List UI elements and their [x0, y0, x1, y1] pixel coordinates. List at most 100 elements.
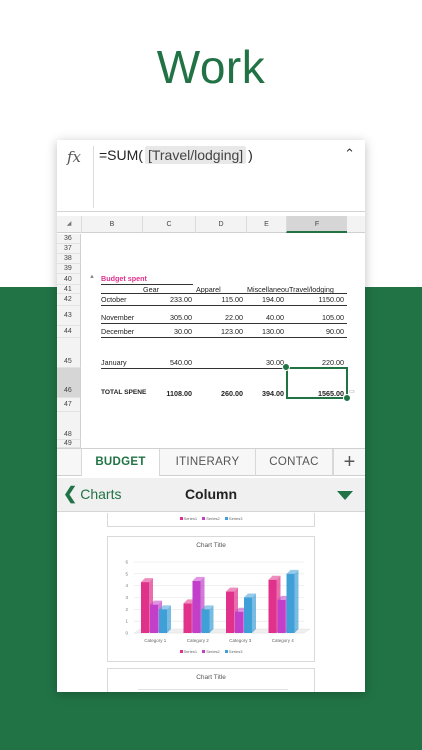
hero-title: Work	[156, 41, 266, 93]
bar	[192, 580, 201, 633]
row-header[interactable]: 40	[57, 274, 81, 285]
row-header[interactable]: 45	[57, 338, 81, 368]
column-header-c[interactable]: C	[142, 216, 195, 233]
selected-cell-f46[interactable]	[286, 367, 348, 399]
row-header[interactable]: 41	[57, 285, 81, 294]
row-header[interactable]: 42	[57, 294, 81, 306]
cell-value[interactable]: 540.00	[142, 358, 192, 367]
legend-item: Series1	[179, 516, 198, 521]
legend-item: Series3	[224, 649, 242, 654]
triangle-down-icon[interactable]	[337, 491, 353, 500]
x-tick-label: Category 4	[272, 638, 295, 643]
y-tick-label: 2	[125, 607, 128, 612]
underline	[101, 337, 347, 338]
selection-handle-top[interactable]	[282, 363, 290, 371]
panel-title: Column	[184, 486, 238, 502]
legend-swatch	[202, 650, 206, 654]
chart-thumbnail-next[interactable]: Chart Title	[107, 668, 315, 692]
x-tick-label: Category 2	[187, 638, 210, 643]
column-header-b[interactable]: B	[81, 216, 142, 233]
bar-side	[167, 605, 171, 633]
select-all-icon[interactable]: ◢	[57, 216, 81, 233]
column-header-f[interactable]: F	[286, 216, 347, 233]
cell-value[interactable]: 30.00	[142, 327, 192, 336]
tab-contacts[interactable]: CONTAC	[256, 449, 333, 476]
legend-swatch	[179, 650, 183, 654]
autofill-options-icon[interactable]: ▭	[349, 388, 355, 395]
legend-item: Series2	[202, 516, 220, 521]
underline	[101, 305, 347, 306]
bar	[244, 597, 252, 633]
cell-value[interactable]: 130.00	[246, 327, 284, 336]
row-header[interactable]: 39	[57, 264, 81, 274]
row-label-october[interactable]: October	[101, 295, 127, 304]
cell-value[interactable]: 194.00	[246, 295, 284, 304]
cell-value[interactable]: 22.00	[195, 313, 243, 322]
row-header[interactable]: 47	[57, 398, 81, 412]
column-chart: 0 1 2 3 4 5 6 Category 1 Category 2 Category 3 Cat…	[125, 560, 311, 643]
tab-spacer	[57, 449, 82, 476]
legend-item: Series1	[179, 649, 198, 654]
chart-gallery[interactable]: Series1 Series2 Series3 Chart Title 0 1 2 3…	[57, 513, 365, 692]
cell-value[interactable]: 1150.00	[286, 295, 344, 304]
row-header[interactable]: 43	[57, 306, 81, 326]
bar	[277, 599, 286, 633]
cell-value[interactable]: 90.00	[286, 327, 344, 336]
function-icon[interactable]: fx	[67, 148, 91, 166]
row-label-total[interactable]: TOTAL SPENE	[101, 389, 146, 396]
row-header[interactable]: 37	[57, 244, 81, 254]
collapse-group-icon[interactable]: ▲	[89, 274, 95, 280]
row-label-december[interactable]: December	[101, 327, 134, 336]
chart-gridline	[138, 689, 288, 690]
add-sheet-button[interactable]: +	[333, 449, 365, 476]
formula-reference[interactable]: [Travel/lodging]	[144, 146, 247, 164]
device-screen: fx =SUM([Travel/lodging]) ⌃ ◢ B C D E F …	[57, 140, 365, 692]
cell-value[interactable]: 305.00	[142, 313, 192, 322]
row-header-selected[interactable]: 46	[57, 368, 81, 398]
y-tick-label: 1	[125, 619, 128, 624]
chart-thumbnail-previous[interactable]: Series1 Series2 Series3	[107, 513, 315, 527]
y-tick-label: 4	[125, 583, 128, 588]
column-header-e[interactable]: E	[246, 216, 286, 233]
legend-label: Series1	[183, 516, 198, 521]
formula-input[interactable]: =SUM([Travel/lodging])	[99, 146, 253, 164]
selection-handle-bottom[interactable]	[343, 394, 351, 402]
cell-value[interactable]: 220.00	[286, 358, 344, 367]
cell-value[interactable]: 30.00	[246, 358, 284, 367]
y-tick-label: 5	[125, 571, 128, 576]
legend-label: Series2	[206, 516, 220, 521]
row-header[interactable]: 36	[57, 234, 81, 244]
column-header-d[interactable]: D	[195, 216, 246, 233]
chart-thumbnail-3d-column[interactable]: Chart Title 0 1 2 3 4 5 6 Category 1 Category 2C…	[107, 536, 315, 662]
tab-budget[interactable]: BUDGET	[82, 449, 160, 476]
row-header[interactable]: 38	[57, 254, 81, 264]
legend-label: Series3	[228, 516, 243, 521]
budget-title[interactable]: Budget spent	[101, 274, 147, 283]
cell-value[interactable]: 233.00	[142, 295, 192, 304]
row-label-january[interactable]: January	[101, 358, 127, 367]
row-label-november[interactable]: November	[101, 313, 134, 322]
total-value[interactable]: 1108.00	[142, 389, 192, 398]
y-tick-label: 6	[125, 560, 128, 565]
total-value[interactable]: 260.00	[195, 389, 243, 398]
tab-itinerary[interactable]: ITINERARY	[160, 449, 256, 476]
total-value[interactable]: 394.00	[246, 389, 284, 398]
bar-side	[252, 593, 256, 633]
column-header-bar: ◢ B C D E F	[57, 216, 365, 233]
formula-prefix: =SUM(	[99, 147, 143, 163]
x-tick-label: Category 3	[229, 638, 252, 643]
cell-value[interactable]: 115.00	[195, 295, 243, 304]
chevron-up-icon[interactable]: ⌃	[344, 146, 355, 162]
row-header[interactable]: 49	[57, 440, 81, 448]
bar	[226, 591, 234, 633]
row-header[interactable]: 48	[57, 412, 81, 440]
cell-value[interactable]: 123.00	[195, 327, 243, 336]
cell-value[interactable]: 105.00	[286, 313, 344, 322]
cell-value[interactable]: 40.00	[246, 313, 284, 322]
x-tick-label: Category 1	[144, 638, 167, 643]
legend-swatch	[224, 517, 228, 521]
formula-bar[interactable]: fx =SUM([Travel/lodging]) ⌃	[57, 140, 365, 212]
legend-label: Series1	[183, 649, 198, 654]
bar	[235, 611, 243, 633]
row-header[interactable]: 44	[57, 326, 81, 338]
